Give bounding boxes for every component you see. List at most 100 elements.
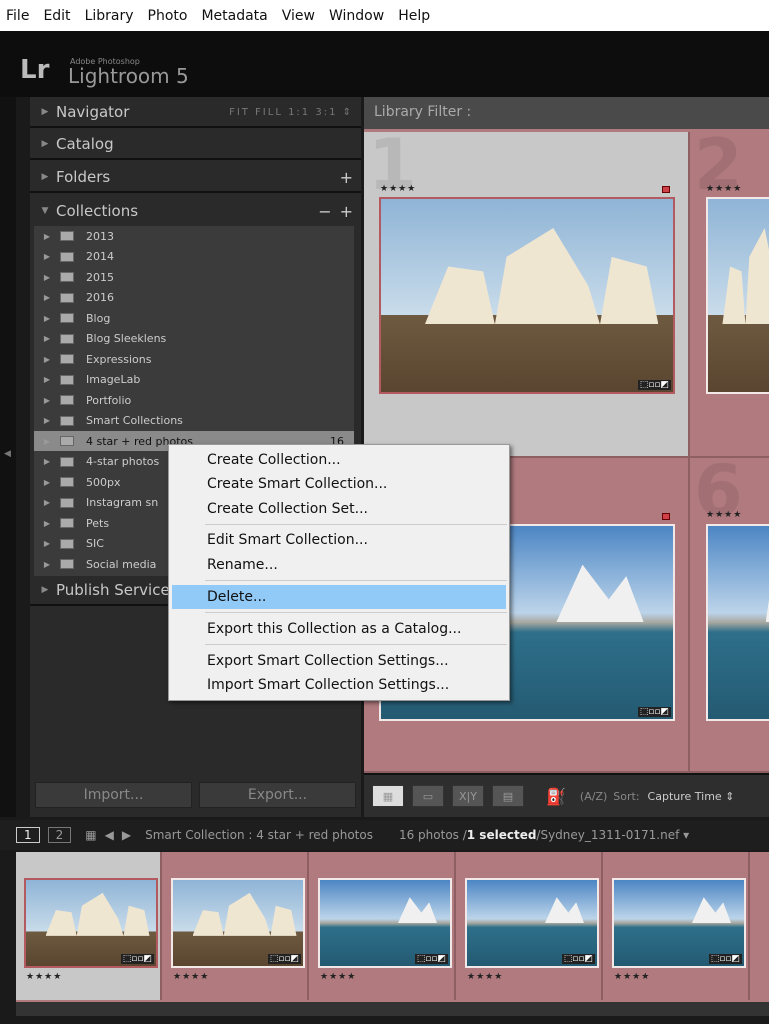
menu-rename[interactable]: Rename... — [169, 553, 509, 577]
expand-icon: ▶ — [43, 477, 51, 487]
filmstrip-cell[interactable]: ⬚▫▫◩ ★★★★ — [163, 852, 309, 1000]
collection-item[interactable]: ▶ Portfolio — [34, 390, 354, 410]
collection-item[interactable]: ▶ Blog Sleeklens — [34, 329, 354, 349]
menu-view[interactable]: View — [282, 8, 315, 24]
collection-label: Smart Collections — [86, 414, 183, 427]
collection-label: 2013 — [86, 229, 114, 243]
filmstrip-cell[interactable]: ⬚▫▫◩ ★★★★ — [16, 852, 162, 1000]
red-label-icon — [662, 186, 670, 193]
menu-export-smart-settings[interactable]: Export Smart Collection Settings... — [169, 649, 509, 673]
expand-icon: ▶ — [43, 416, 51, 425]
red-label-icon — [662, 513, 670, 520]
photo-thumbnail[interactable]: ⬚▫▫◩ — [379, 197, 675, 394]
expand-icon: ▶ — [43, 498, 51, 507]
expand-icon: ▶ — [43, 457, 51, 466]
grid-cell[interactable]: 1 ★★★★ ⬚▫▫◩ — [364, 124, 690, 458]
menu-library[interactable]: Library — [85, 8, 134, 24]
collection-label: Social media — [86, 557, 157, 571]
expand-icon: ▶ — [43, 395, 51, 405]
filmstrip-thumbnail[interactable]: ⬚▫▫◩ — [612, 878, 746, 968]
source-label[interactable]: Smart Collection : 4 star + red photos — [145, 828, 373, 842]
file-name[interactable]: /Sydney_1311-0171.nef ▾ — [536, 828, 689, 842]
grid-view-icon[interactable]: ▦ — [372, 785, 404, 807]
menu-edit[interactable]: Edit — [43, 8, 70, 24]
add-collection-icon[interactable]: + — [340, 202, 353, 221]
zoom-options[interactable]: FIT FILL 1:1 3:1 ⇕ — [229, 107, 353, 118]
photo-thumbnail[interactable] — [706, 197, 769, 394]
toolbar: ▦ ▭ X|Y ▤ ⛽ (A/Z) Sort: Capture Time ⇕ — [364, 773, 769, 817]
filmstrip-cell[interactable]: ⬚▫▫◩ ★★★★ — [457, 852, 603, 1000]
page-1-button[interactable]: 1 — [16, 827, 40, 843]
add-folder-icon[interactable]: + — [340, 168, 353, 187]
import-button[interactable]: Import... — [35, 782, 192, 808]
menu-create-smart-collection[interactable]: Create Smart Collection... — [169, 472, 509, 496]
menu-help[interactable]: Help — [398, 8, 430, 24]
star-rating: ★★★★ — [706, 184, 743, 194]
menu-metadata[interactable]: Metadata — [201, 8, 267, 24]
sort-select[interactable]: Capture Time ⇕ — [648, 790, 735, 803]
collection-item[interactable]: ▶ Expressions — [34, 349, 354, 369]
menu-file[interactable]: File — [6, 8, 29, 24]
survey-view-icon[interactable]: ▤ — [492, 785, 524, 807]
collapse-arrow-icon: ◀ — [4, 449, 11, 459]
menu-create-collection-set[interactable]: Create Collection Set... — [169, 497, 509, 521]
collection-label: Expressions — [86, 352, 152, 366]
compare-view-icon[interactable]: X|Y — [452, 785, 484, 807]
back-arrow-icon[interactable]: ◀ — [105, 828, 114, 842]
catalog-header[interactable]: ▶ Catalog — [30, 130, 361, 160]
filmstrip-thumbnail[interactable]: ⬚▫▫◩ — [171, 878, 305, 968]
export-button[interactable]: Export... — [199, 782, 356, 808]
collection-icon — [60, 477, 74, 487]
filmstrip-thumbnail[interactable]: ⬚▫▫◩ — [318, 878, 452, 968]
filmstrip-cell[interactable]: ⬚▫▫◩ ★★★★ — [604, 852, 750, 1000]
remove-collection-icon[interactable]: − — [318, 202, 331, 221]
app-logo: Lr — [20, 55, 50, 85]
menu-import-smart-settings[interactable]: Import Smart Collection Settings... — [169, 673, 509, 697]
forward-arrow-icon[interactable]: ▶ — [122, 828, 131, 842]
navigator-header[interactable]: ▶ Navigator FIT FILL 1:1 3:1 ⇕ — [30, 98, 361, 128]
filmstrip-scrollbar[interactable] — [16, 1002, 769, 1016]
collection-item[interactable]: ▶ 2014 — [34, 247, 354, 267]
page-2-button[interactable]: 2 — [47, 827, 72, 843]
menu-export-as-catalog[interactable]: Export this Collection as a Catalog... — [169, 617, 509, 641]
collection-icon — [60, 272, 74, 282]
collection-label: 500px — [86, 475, 121, 489]
app-name: Lightroom 5 — [68, 64, 189, 88]
filmstrip-thumbnail[interactable]: ⬚▫▫◩ — [24, 878, 158, 968]
collection-item[interactable]: ▶ 2013 — [34, 226, 354, 246]
star-rating: ★★★★ — [320, 972, 357, 982]
expand-icon: ▶ — [43, 313, 51, 323]
collection-item[interactable]: ▶ 2015 — [34, 267, 354, 287]
sort-direction-icon[interactable]: (A/Z) — [580, 790, 607, 803]
library-filter-bar[interactable]: Library Filter : — [364, 97, 769, 129]
collections-label: Collections — [56, 202, 139, 220]
collection-item[interactable]: ▶ Blog — [34, 308, 354, 328]
loupe-view-icon[interactable]: ▭ — [412, 785, 444, 807]
collection-icon — [60, 415, 74, 426]
star-rating: ★★★★ — [380, 184, 417, 194]
spray-can-icon[interactable]: ⛽ — [546, 787, 566, 806]
menu-delete[interactable]: Delete... — [172, 585, 506, 609]
filmstrip-cell[interactable]: ⬚▫▫◩ ★★★★ — [310, 852, 456, 1000]
grid-cell[interactable]: 2 ★★★★ — [690, 124, 769, 458]
collection-label: Portfolio — [86, 393, 132, 407]
menu-window[interactable]: Window — [329, 8, 384, 24]
collection-label: Blog — [86, 311, 111, 325]
collection-item[interactable]: ▶ 2016 — [34, 288, 354, 308]
folders-header[interactable]: ▶ Folders + — [30, 163, 361, 193]
expand-icon: ▶ — [43, 539, 51, 548]
grid-icon[interactable]: ▦ — [85, 828, 96, 842]
collection-item[interactable]: ▶ ImageLab — [34, 370, 354, 390]
left-panel-toggle[interactable]: ◀ — [0, 97, 16, 817]
grid-cell[interactable]: 6 ★★★★ — [690, 450, 769, 773]
collection-item[interactable]: ▶ Smart Collections — [34, 411, 354, 431]
photo-thumbnail[interactable] — [706, 524, 769, 721]
collections-header[interactable]: ▼ Collections − + — [30, 196, 361, 226]
menu-edit-smart-collection[interactable]: Edit Smart Collection... — [169, 528, 509, 552]
badge-icons: ⬚▫▫◩ — [561, 954, 595, 964]
expand-icon: ▶ — [43, 559, 51, 569]
collection-label: SIC — [86, 537, 104, 550]
filmstrip-thumbnail[interactable]: ⬚▫▫◩ — [465, 878, 599, 968]
menu-photo[interactable]: Photo — [148, 8, 188, 24]
menu-create-collection[interactable]: Create Collection... — [169, 448, 509, 472]
